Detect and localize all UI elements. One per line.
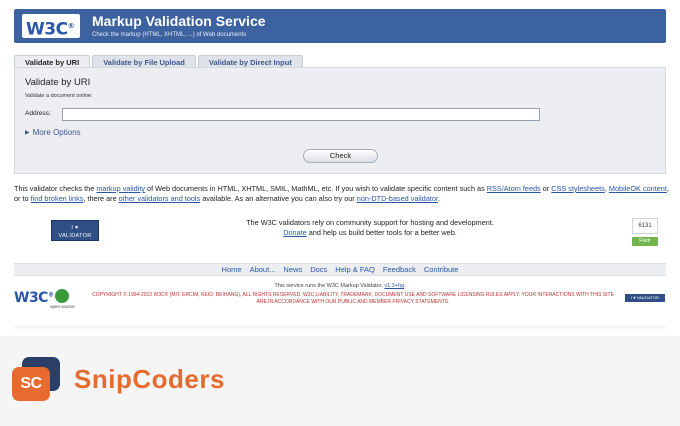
page-bottom-shadow [14,326,666,330]
w3c-logo[interactable]: W3C® [22,14,80,40]
page-subtitle: Check the markup (HTML, XHTML, ...) of W… [92,32,247,38]
check-button[interactable]: Check [303,149,378,163]
markup-validity-link[interactable]: markup validity [96,184,145,193]
donation-line-2-text: and help us build better tools for a bet… [306,228,457,237]
other-validators-link[interactable]: other validators and tools [119,194,201,203]
intro-text: available. As an alternative you can als… [200,194,357,203]
badge-line-2: VALIDATOR [58,233,92,239]
donation-line-1: The W3C validators rely on community sup… [246,218,494,227]
donate-link[interactable]: Donate [283,228,307,237]
service-info-end: . [404,283,406,289]
css-stylesheets-link[interactable]: CSS stylesheets [551,184,605,193]
flattr-count: 6131 [632,218,658,234]
address-input[interactable] [62,108,540,121]
form-hint: Validate a document online: [25,93,93,99]
validator-version-link[interactable]: v1.3+hg [384,283,404,289]
open-source-icon[interactable] [55,289,69,303]
nav-help-faq[interactable]: Help & FAQ [335,265,375,274]
w3c-logo-text: W3C [26,19,68,40]
nav-home[interactable]: Home [222,265,242,274]
intro-text: This validator checks the [14,184,97,193]
intro-text: , there are [83,194,119,203]
snipcoders-logo-icon: SC [12,357,60,403]
address-label: Address: [25,110,51,117]
donation-message: The W3C validators rely on community sup… [220,218,520,238]
rss-atom-feeds-link[interactable]: RSS/Atom feeds [487,184,541,193]
more-options-toggle[interactable]: ▶ More Options [25,128,81,137]
footer-w3c-sup: ® [47,291,54,299]
flattr-button[interactable]: Flattr [632,237,658,246]
open-source-label: open source [50,304,75,309]
service-info: This service runs the W3C Markup Validat… [14,283,666,289]
footer-validator-badge[interactable]: I ♥ VALIDATOR [625,294,665,302]
nav-docs[interactable]: Docs [310,265,327,274]
nav-contribute[interactable]: Contribute [424,265,459,274]
footer-w3c-logo[interactable]: W3C® [14,290,54,306]
mobileok-content-link[interactable]: MobileOK content [609,184,667,193]
copyright-notice: COPYRIGHT © 1994-2013 W3C® (MIT, ERCIM, … [92,292,614,305]
intro-paragraph: This validator checks the markup validit… [14,184,670,204]
w3c-logo-sup: ® [67,22,75,30]
nav-feedback[interactable]: Feedback [383,265,416,274]
form-heading: Validate by URI [25,77,91,88]
validator-page: W3C® Markup Validation Service Check the… [0,0,680,336]
header-banner: W3C® Markup Validation Service Check the… [14,9,666,43]
footer-w3c-text: W3C [14,290,48,306]
find-broken-links-link[interactable]: find broken links [31,194,84,203]
badge-line-1: I ♥ [71,225,79,231]
non-dtd-validator-link[interactable]: non-DTD-based validator [357,194,438,203]
i-love-validator-badge[interactable]: I ♥ VALIDATOR [51,220,99,241]
intro-text: of Web documents in HTML, XHTML, SMIL, M… [145,184,487,193]
page-title[interactable]: Markup Validation Service [92,13,266,29]
triangle-right-icon: ▶ [25,130,30,136]
validate-by-uri-panel: Validate by URI Validate a document onli… [14,67,666,174]
intro-text: or [540,184,552,193]
nav-about[interactable]: About... [250,265,276,274]
more-options-label: More Options [32,128,81,137]
logo-front-square: SC [12,367,50,401]
footer-nav: Home About... News Docs Help & FAQ Feedb… [14,263,666,276]
snipcoders-wordmark: SnipCoders [74,364,225,394]
service-info-text: This service runs the W3C Markup Validat… [274,283,385,289]
donation-line-2: Donate and help us build better tools fo… [220,228,520,238]
intro-text: . [437,194,440,203]
nav-news[interactable]: News [283,265,302,274]
